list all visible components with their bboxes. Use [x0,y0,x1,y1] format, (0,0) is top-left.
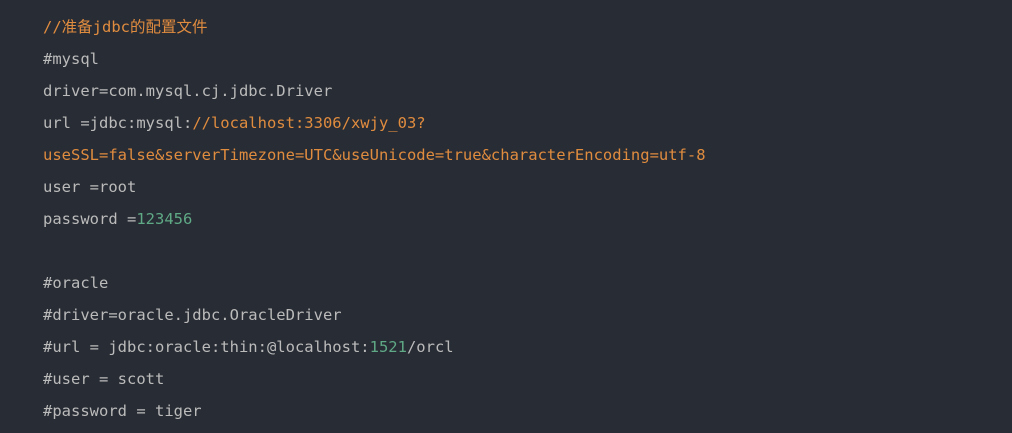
code-line: #mysql [43,43,1012,75]
code-token-comment: //准备jdbc的配置文件 [43,18,208,36]
code-line: #user = scott [43,363,1012,395]
code-token-plain: user =root [43,178,137,196]
code-token-plain: #user = scott [43,370,165,388]
code-block: //准备jdbc的配置文件 #mysql driver=com.mysql.cj.j… [0,0,1012,433]
code-token-plain: #url = jdbc:oracle:thin:@localhost: [43,338,370,356]
code-line: #url = jdbc:oracle:thin:@localhost:1521/… [43,331,1012,363]
code-line: #password = tiger [43,395,1012,427]
code-token-plain: #driver=oracle.jdbc.OracleDriver [43,306,342,324]
code-line: #driver=oracle.jdbc.OracleDriver [43,299,1012,331]
code-token-plain: driver=com.mysql.cj.jdbc.Driver [43,82,333,100]
code-token-plain: /orcl [406,338,454,356]
code-line: user =root [43,171,1012,203]
code-token-comment: //localhost:3306/xwjy_03? [192,114,426,132]
code-token-number: 123456 [136,210,193,228]
code-line: driver=com.mysql.cj.jdbc.Driver [43,75,1012,107]
code-line: #oracle [43,267,1012,299]
code-line: url =jdbc:mysql://localhost:3306/xwjy_03… [43,107,1012,139]
code-line: useSSL=false&serverTimezone=UTC&useUnico… [43,139,1012,171]
code-line: password =123456 [43,203,1012,235]
code-token-plain: #oracle [43,274,109,292]
code-token-number: 1521 [369,338,407,356]
code-line: //准备jdbc的配置文件 [43,11,1012,43]
code-token-plain: #password = tiger [43,402,202,420]
code-token-plain: #mysql [43,50,99,68]
code-token-plain: url =jdbc:mysql: [43,114,193,132]
code-token-plain: password = [43,210,137,228]
code-token-string: useSSL=false&serverTimezone=UTC&useUnico… [43,146,706,164]
